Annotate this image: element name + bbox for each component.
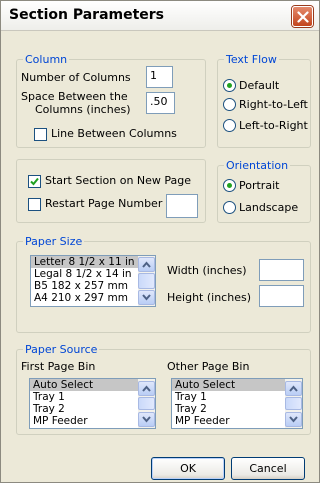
list-item[interactable]: Tray 1 [30, 391, 155, 403]
first-page-bin-scrollbar[interactable] [138, 379, 155, 428]
orientation-group-legend: Orientation [226, 159, 289, 172]
other-page-bin-listbox[interactable]: Auto Select Tray 1 Tray 2 MP Feeder [171, 378, 303, 429]
scroll-thumb[interactable] [138, 397, 155, 410]
width-inches-label: Width (inches) [167, 264, 247, 277]
radio-selected-dot [227, 83, 232, 88]
list-item[interactable]: A4 210 x 297 mm [31, 292, 155, 304]
list-item[interactable]: Auto Select [172, 379, 302, 391]
close-icon [297, 11, 309, 23]
scroll-up-button[interactable] [138, 381, 155, 396]
column-group-legend: Column [25, 53, 68, 66]
width-inches-input[interactable] [259, 259, 304, 281]
title-bar[interactable]: Section Parameters [1, 1, 319, 31]
other-page-bin-label: Other Page Bin [167, 360, 250, 373]
text-flow-right-to-left-radio[interactable] [223, 98, 236, 111]
restart-page-number-label: Restart Page Number at [45, 197, 177, 210]
scroll-down-button[interactable] [285, 412, 302, 427]
text-flow-right-to-left-label: Right-to-Left [239, 98, 308, 111]
list-item[interactable]: MP Feeder [172, 415, 302, 427]
text-flow-default-radio[interactable] [223, 79, 236, 92]
text-flow-default-label: Default [239, 79, 280, 92]
chevron-down-icon [142, 416, 151, 423]
line-between-columns-label: Line Between Columns [51, 127, 177, 140]
paper-size-listbox[interactable]: Letter 8 1/2 x 11 in Legal 8 1/2 x 14 in… [30, 255, 156, 307]
paper-source-group-legend: Paper Source [25, 343, 98, 356]
space-between-columns-input[interactable]: .50 [146, 92, 175, 114]
checkmark-icon [30, 177, 39, 186]
number-of-columns-label: Number of Columns [21, 71, 131, 84]
paper-size-group-legend: Paper Size [25, 235, 83, 248]
number-of-columns-input[interactable]: 1 [146, 66, 173, 88]
height-inches-input[interactable] [259, 285, 304, 307]
space-between-label-line1: Space Between the [21, 90, 128, 103]
section-parameters-dialog: Section Parameters Column Number of Colu… [0, 0, 320, 483]
scroll-up-button[interactable] [138, 257, 155, 272]
ok-button[interactable]: OK [151, 457, 225, 480]
scroll-up-button[interactable] [285, 381, 302, 396]
chevron-up-icon [289, 385, 298, 392]
chevron-up-icon [142, 385, 151, 392]
line-between-columns-checkbox[interactable] [34, 128, 47, 141]
list-item[interactable]: Auto Select [30, 379, 155, 391]
cancel-button[interactable]: Cancel [231, 457, 305, 480]
radio-selected-dot [227, 183, 232, 188]
list-item[interactable]: Legal 8 1/2 x 14 in [31, 268, 155, 280]
paper-size-scrollbar[interactable] [138, 256, 155, 306]
scroll-thumb[interactable] [138, 273, 155, 289]
start-new-page-label: Start Section on New Page [45, 174, 192, 187]
list-item[interactable]: MP Feeder [30, 415, 155, 427]
text-flow-left-to-right-label: Left-to-Right [239, 119, 308, 132]
start-new-page-checkbox[interactable] [28, 175, 41, 188]
first-page-bin-label: First Page Bin [21, 360, 96, 373]
space-between-label-line2: Columns (inches) [35, 103, 131, 116]
orientation-landscape-radio[interactable] [223, 201, 236, 214]
scroll-down-button[interactable] [138, 412, 155, 427]
text-flow-group-legend: Text Flow [226, 53, 277, 66]
list-item[interactable]: Tray 2 [172, 403, 302, 415]
scroll-thumb[interactable] [285, 397, 302, 410]
chevron-up-icon [142, 261, 151, 268]
list-item[interactable]: Tray 2 [30, 403, 155, 415]
close-button[interactable] [292, 6, 313, 27]
text-flow-left-to-right-radio[interactable] [223, 119, 236, 132]
list-item[interactable]: Letter 8 1/2 x 11 in [31, 256, 155, 268]
orientation-landscape-label: Landscape [239, 201, 299, 214]
list-item[interactable]: B5 182 x 257 mm [31, 280, 155, 292]
restart-page-number-checkbox[interactable] [28, 198, 41, 211]
restart-page-number-input[interactable] [166, 194, 198, 218]
orientation-portrait-radio[interactable] [223, 179, 236, 192]
dialog-title: Section Parameters [9, 7, 165, 23]
orientation-portrait-label: Portrait [239, 179, 280, 192]
first-page-bin-listbox[interactable]: Auto Select Tray 1 Tray 2 MP Feeder [29, 378, 156, 429]
list-item[interactable]: Tray 1 [172, 391, 302, 403]
other-page-bin-scrollbar[interactable] [285, 379, 302, 428]
height-inches-label: Height (inches) [167, 291, 251, 304]
chevron-down-icon [289, 416, 298, 423]
scroll-down-button[interactable] [138, 290, 155, 305]
chevron-down-icon [142, 294, 151, 301]
